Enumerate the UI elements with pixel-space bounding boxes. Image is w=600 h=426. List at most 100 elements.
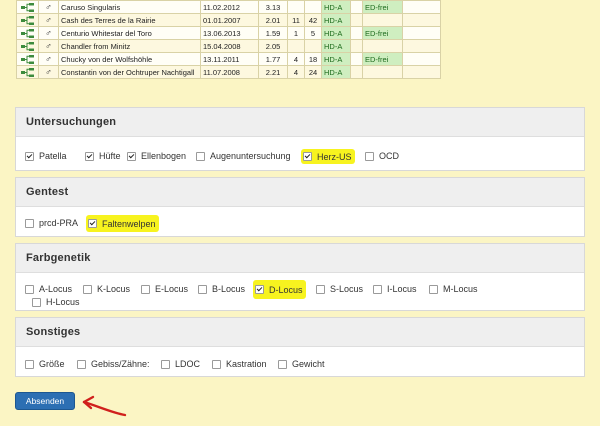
submit-button[interactable]: Absenden xyxy=(15,392,75,410)
hd-status: HD-A xyxy=(321,26,351,40)
option-patella[interactable]: Patella xyxy=(25,151,67,161)
panel-title: Gentest xyxy=(16,178,584,207)
checkbox[interactable] xyxy=(85,151,94,161)
hd-status: HD-A xyxy=(321,0,351,14)
checkbox[interactable] xyxy=(25,218,34,228)
value-cell: 2.01 xyxy=(258,13,288,27)
panel-farbgenetik: Farbgenetik A-Locus K-Locus E-Locus B-Lo… xyxy=(15,243,585,311)
option-gebiss-zaehne[interactable]: Gebiss/Zähne: xyxy=(77,359,150,369)
birth-date: 01.01.2007 xyxy=(200,13,259,27)
option-h-locus[interactable]: H-Locus xyxy=(32,297,80,307)
value-cell: 4 xyxy=(287,65,305,79)
table-row[interactable]: ♂ Chandler from Minitz 15.04.2008 2.05 H… xyxy=(16,39,441,53)
hd-status: HD-A xyxy=(321,13,351,27)
checkbox[interactable] xyxy=(303,152,312,161)
empty-cell xyxy=(402,26,441,40)
tree-icon-cell[interactable] xyxy=(16,13,39,27)
table-row[interactable]: ♂ Cash des Terres de la Rairie 01.01.200… xyxy=(16,13,441,27)
dog-name-link[interactable]: Constantin von der Ochtruper Nachtigall xyxy=(58,65,201,79)
option-s-locus[interactable]: S-Locus xyxy=(316,284,363,294)
male-icon: ♂ xyxy=(45,27,52,38)
ed-status: ED-frei xyxy=(362,52,403,66)
option-m-locus[interactable]: M-Locus xyxy=(429,284,478,294)
checkbox[interactable] xyxy=(196,151,205,161)
hd-status: HD-A xyxy=(321,39,351,53)
birth-date: 15.04.2008 xyxy=(200,39,259,53)
value-cell xyxy=(287,39,305,53)
value-cell: 1 xyxy=(287,26,305,40)
checkbox[interactable] xyxy=(25,284,34,294)
option-gewicht[interactable]: Gewicht xyxy=(278,359,325,369)
checkbox[interactable] xyxy=(373,284,382,294)
checkbox[interactable] xyxy=(25,151,34,161)
option-ellenbogen[interactable]: Ellenbogen xyxy=(127,151,186,161)
dog-name-link[interactable]: Centurio Whitestar del Toro xyxy=(58,26,201,40)
checkbox[interactable] xyxy=(127,151,136,161)
empty-cell xyxy=(350,65,363,79)
option-ocd[interactable]: OCD xyxy=(365,151,399,161)
dog-name-link[interactable]: Cash des Terres de la Rairie xyxy=(58,13,201,27)
option-faltenwelpen[interactable]: Faltenwelpen xyxy=(86,215,159,232)
checkbox[interactable] xyxy=(88,219,97,228)
checkbox[interactable] xyxy=(212,359,221,369)
birth-date: 11.02.2012 xyxy=(200,0,259,14)
option-herz-us[interactable]: Herz-US xyxy=(301,149,355,164)
checkbox[interactable] xyxy=(255,285,264,294)
option-augenuntersuchung[interactable]: Augenuntersuchung xyxy=(196,151,291,161)
option-prcd-pra[interactable]: prcd-PRA xyxy=(25,218,78,228)
dog-name-link[interactable]: Caruso Singularis xyxy=(58,0,201,14)
male-icon: ♂ xyxy=(45,53,52,64)
checkbox[interactable] xyxy=(316,284,325,294)
pedigree-tree-icon[interactable] xyxy=(21,15,34,25)
checkbox[interactable] xyxy=(77,359,86,369)
tree-icon-cell[interactable] xyxy=(16,0,39,14)
birth-date: 11.07.2008 xyxy=(200,65,259,79)
checkbox[interactable] xyxy=(278,359,287,369)
value-cell: 42 xyxy=(304,13,322,27)
table-row[interactable]: ♂ Caruso Singularis 11.02.2012 3.13 HD-A… xyxy=(16,0,441,14)
checkbox[interactable] xyxy=(198,284,207,294)
option-kastration[interactable]: Kastration xyxy=(212,359,267,369)
dog-name-link[interactable]: Chandler from Minitz xyxy=(58,39,201,53)
tree-icon-cell[interactable] xyxy=(16,52,39,66)
dog-name-link[interactable]: Chucky von der Wolfshöhle xyxy=(58,52,201,66)
checkbox[interactable] xyxy=(161,359,170,369)
option-groesse[interactable]: Größe xyxy=(25,359,65,369)
checkbox[interactable] xyxy=(25,359,34,369)
option-k-locus[interactable]: K-Locus xyxy=(83,284,130,294)
option-a-locus[interactable]: A-Locus xyxy=(25,284,72,294)
value-cell: 4 xyxy=(287,52,305,66)
ed-status xyxy=(362,65,403,79)
pedigree-tree-icon[interactable] xyxy=(21,54,34,64)
table-row[interactable]: ♂ Chucky von der Wolfshöhle 13.11.2011 1… xyxy=(16,52,441,66)
checkbox[interactable] xyxy=(32,297,41,307)
checkbox[interactable] xyxy=(429,284,438,294)
option-i-locus[interactable]: I-Locus xyxy=(373,284,417,294)
panel-gentest: Gentest prcd-PRA Faltenwelpen xyxy=(15,177,585,237)
pedigree-tree-icon[interactable] xyxy=(21,41,34,51)
male-icon: ♂ xyxy=(45,14,52,25)
tree-icon-cell[interactable] xyxy=(16,39,39,53)
checkbox[interactable] xyxy=(83,284,92,294)
option-ldoc[interactable]: LDOC xyxy=(161,359,200,369)
option-b-locus[interactable]: B-Locus xyxy=(198,284,245,294)
pedigree-tree-icon[interactable] xyxy=(21,28,34,38)
tree-icon-cell[interactable] xyxy=(16,26,39,40)
panel-untersuchungen: Untersuchungen Patella Hüfte Ellenbogen … xyxy=(15,107,585,171)
hd-status: HD-A xyxy=(321,65,351,79)
male-icon: ♂ xyxy=(45,40,52,51)
birth-date: 13.06.2013 xyxy=(200,26,259,40)
option-huefte[interactable]: Hüfte xyxy=(85,151,121,161)
table-row[interactable]: ♂ Centurio Whitestar del Toro 13.06.2013… xyxy=(16,26,441,40)
checkbox[interactable] xyxy=(141,284,150,294)
tree-icon-cell[interactable] xyxy=(16,65,39,79)
table-row[interactable]: ♂ Constantin von der Ochtruper Nachtigal… xyxy=(16,65,441,79)
pedigree-tree-icon[interactable] xyxy=(21,2,34,12)
red-arrow-icon xyxy=(82,395,127,417)
empty-cell xyxy=(402,39,441,53)
checkbox[interactable] xyxy=(365,151,374,161)
option-e-locus[interactable]: E-Locus xyxy=(141,284,188,294)
pedigree-tree-icon[interactable] xyxy=(21,67,34,77)
option-d-locus[interactable]: D-Locus xyxy=(253,280,306,299)
empty-cell xyxy=(402,52,441,66)
